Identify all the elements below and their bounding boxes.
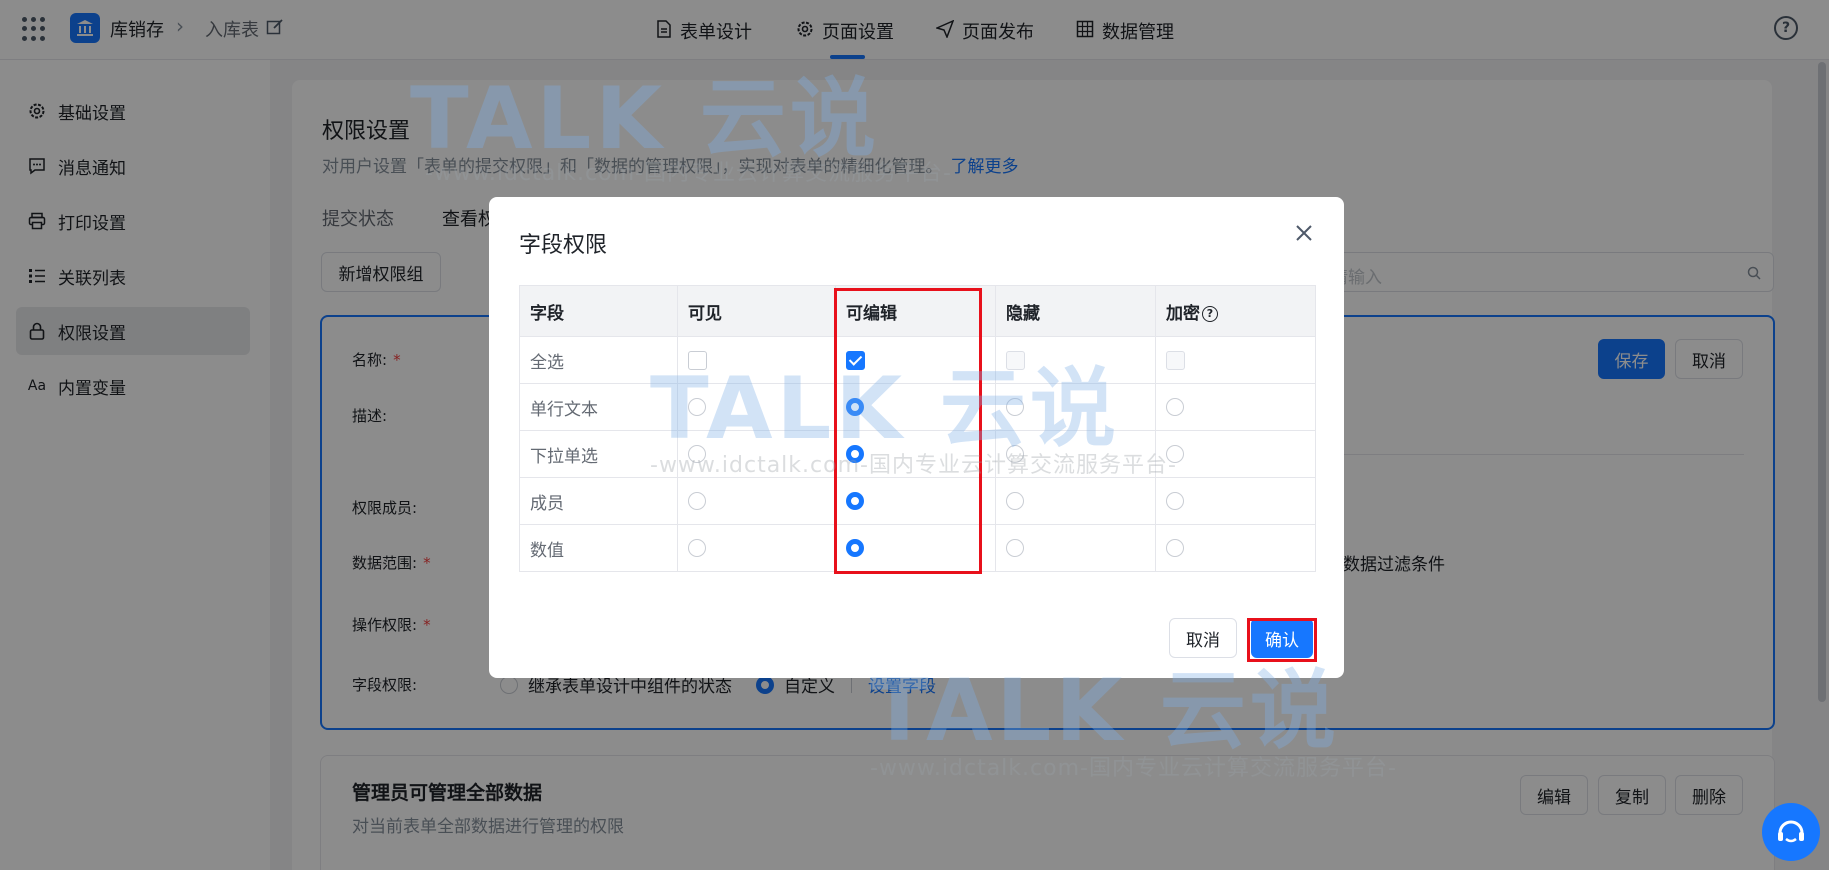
table-row: 成员: [519, 477, 1316, 525]
field-name: 全选: [519, 336, 678, 384]
radio-visible[interactable]: [688, 398, 706, 416]
radio-editable[interactable]: [846, 492, 864, 510]
dialog-cancel-button[interactable]: 取消: [1169, 618, 1237, 658]
radio-encrypt[interactable]: [1166, 445, 1184, 463]
radio-visible[interactable]: [688, 492, 706, 510]
field-name: 成员: [519, 477, 678, 525]
customer-service-icon[interactable]: [1762, 803, 1820, 861]
checkbox-editable[interactable]: [846, 350, 865, 370]
field-permission-dialog: 字段权限 字段 可见 可编辑 隐藏 加密? 全选 单行文本 下拉单选 成员 数值…: [489, 197, 1344, 678]
radio-encrypt[interactable]: [1166, 539, 1184, 557]
dialog-title: 字段权限: [519, 233, 608, 258]
field-name: 数值: [519, 524, 678, 572]
column-header: 可编辑: [835, 285, 996, 337]
column-header: 字段: [519, 285, 678, 337]
checkbox-encrypt[interactable]: [1166, 350, 1185, 370]
radio-hidden[interactable]: [1006, 398, 1024, 416]
table-row: 下拉单选: [519, 430, 1316, 478]
radio-visible[interactable]: [688, 539, 706, 557]
radio-visible[interactable]: [688, 445, 706, 463]
question-icon[interactable]: ?: [1202, 305, 1218, 322]
checkbox-hidden[interactable]: [1006, 350, 1025, 370]
radio-encrypt[interactable]: [1166, 492, 1184, 510]
checkbox-visible[interactable]: [688, 350, 707, 370]
column-header: 隐藏: [995, 285, 1156, 337]
column-header: 可见: [677, 285, 836, 337]
radio-hidden[interactable]: [1006, 539, 1024, 557]
radio-hidden[interactable]: [1006, 492, 1024, 510]
close-icon[interactable]: [1294, 223, 1314, 243]
column-header-encrypt: 加密?: [1155, 285, 1316, 337]
radio-editable[interactable]: [846, 445, 864, 463]
dialog-confirm-button[interactable]: 确认: [1251, 618, 1313, 658]
table-row: 单行文本: [519, 383, 1316, 431]
radio-encrypt[interactable]: [1166, 398, 1184, 416]
radio-editable[interactable]: [846, 398, 864, 416]
field-permission-table: 字段 可见 可编辑 隐藏 加密? 全选 单行文本 下拉单选 成员 数值: [519, 285, 1316, 572]
radio-editable[interactable]: [846, 539, 864, 557]
table-row: 全选: [519, 336, 1316, 384]
field-name: 下拉单选: [519, 430, 678, 478]
table-row: 数值: [519, 524, 1316, 572]
radio-hidden[interactable]: [1006, 445, 1024, 463]
field-name: 单行文本: [519, 383, 678, 431]
